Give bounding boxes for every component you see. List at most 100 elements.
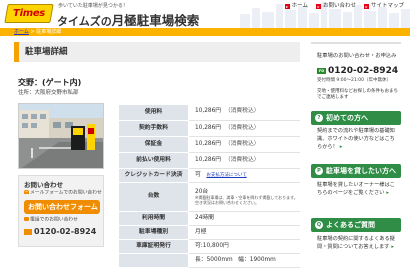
inquiry-form-button[interactable]: お問い合わせフォーム — [24, 200, 100, 214]
tax-note: （消費税込） — [224, 140, 260, 147]
row-label: 利用時間 — [118, 211, 189, 226]
length-value: 長：5000mm — [195, 256, 233, 263]
sidebar-owner-body: 駐車場を貸したいオーナー様はこちらのページをご覧ください ▸ — [311, 182, 399, 198]
button-label: お問い合わせフォーム — [28, 203, 98, 211]
value-text: 10,286円 — [195, 124, 222, 131]
inquiry-title: お問い合わせ — [24, 181, 63, 189]
payment-method-link[interactable]: お支払方法について — [206, 173, 246, 178]
main-content: 駐車場詳細 交野：(ゲート内) 住所：大阪府交野市私部 — [14, 42, 300, 96]
header-link-contact[interactable]: ▸ お問い合わせ — [315, 3, 356, 10]
arrow-icon: ▸ — [339, 143, 343, 150]
arrow-icon: ▸ — [284, 4, 290, 10]
sidebar-phone-number[interactable]: FD 0120-02-8924 — [317, 66, 398, 76]
page-title: 駐車場詳細 — [14, 42, 300, 62]
value-text: 10,286円 — [195, 108, 222, 115]
parking-icon: P — [315, 167, 323, 175]
row-label: 車庫証明発行 — [118, 239, 189, 254]
row-value: 月極 — [188, 225, 300, 240]
mail-form-label: メールフォームでのお問い合わせ — [24, 190, 102, 197]
site-title-prefix: タイムズの — [57, 15, 112, 28]
breadcrumb-home[interactable]: ホーム — [14, 29, 29, 35]
sidebar-faq-body: 駐車場の契約に関するよくある疑問・質問についてお答えします ▸ — [311, 236, 399, 252]
row-value: 10,286円 （消費税込） — [188, 104, 300, 121]
breadcrumb-current: 駐車場詳細 — [36, 29, 62, 35]
tax-note: （消費税込） — [224, 108, 260, 115]
table-row: 長：5000mm 幅：1900mm — [118, 253, 300, 268]
header-link-sitemap[interactable]: ▸ サイトマップ — [363, 3, 404, 10]
inquiry-phone-number[interactable]: 0120-02-8924 — [24, 227, 96, 236]
sidebar-first-time-body: 契約までの流れや駐車場の基礎知識、ホワイトの使い方などはこちらから！ ▸ — [311, 128, 399, 151]
phone-inquiry-label: 電話でのお問い合わせ — [24, 217, 78, 224]
row-label: 台数 — [118, 182, 189, 212]
table-row: 前払い使用料 10,286円 （消費税込） — [118, 152, 300, 169]
logo-text: Times — [13, 8, 45, 19]
site-title[interactable]: タイムズの月極駐車場検索 — [57, 10, 199, 28]
tax-note: （消費税込） — [224, 156, 260, 163]
sidebar-contact-title: 駐車場のお問い合わせ・お申込み — [317, 53, 397, 59]
parking-spec-table: 使用料 10,286円 （消費税込） 契約手数料 10,286円 （消費税込） … — [118, 104, 300, 268]
row-label: 使用料 — [118, 104, 189, 121]
question-icon: ? — [315, 114, 323, 122]
phone-icon — [24, 217, 29, 221]
row-value: 長：5000mm 幅：1900mm — [188, 253, 300, 268]
free-dial-icon: FD — [317, 67, 326, 74]
mail-icon — [24, 190, 29, 194]
parking-lot-address: 住所：大阪府交野市私部 — [18, 90, 79, 96]
row-value: 可 お支払方法について — [188, 168, 300, 183]
times-logo[interactable]: Times — [4, 4, 54, 23]
phone-number-text: 0120-02-8924 — [34, 227, 97, 236]
faq-icon: Q — [315, 221, 323, 229]
section-title: 初めての方へ — [326, 114, 368, 122]
table-row: 台数 20台 ※掲載駐車場は、満車・空車を問わず掲載しております。空き状況はお問い… — [118, 182, 300, 212]
site-tagline: 歩いていた駐車場が見つかる！ — [58, 3, 128, 9]
sidebar-faq-header[interactable]: Q よくあるご質問 — [311, 218, 401, 232]
section-body-text: 駐車場を貸したいオーナー様はこちらのページをご覧ください — [317, 182, 395, 196]
section-title: よくあるご質問 — [326, 221, 375, 229]
row-value: 10,286円 （消費税込） — [188, 152, 300, 169]
sidebar-note: 交地・使用料などお探しの条件もおまちでご連絡します — [317, 89, 398, 101]
value-text: 10,286円 — [195, 156, 222, 163]
site-header: Times 歩いていた駐車場が見つかる！ タイムズの月極駐車場検索 ▸ ホーム ▸… — [0, 0, 410, 28]
row-label — [118, 253, 189, 268]
mail-form-label-text: メールフォームでのお問い合わせ — [30, 190, 102, 196]
sidebar-contact-box: 駐車場のお問い合わせ・お申込み FD 0120-02-8924 受付時間 9:00… — [311, 42, 401, 104]
row-value: 10,286円 （消費税込） — [188, 136, 300, 153]
table-row: 車庫証明発行 可:10,800円 — [118, 239, 300, 254]
sidebar-hours: 受付時間 9:00～21:00（年中無休） — [317, 78, 392, 83]
sidebar-first-time-header[interactable]: ? 初めての方へ — [311, 111, 401, 125]
phone-inquiry-label-text: 電話でのお問い合わせ — [30, 217, 78, 223]
parking-lot-photo — [18, 103, 104, 169]
header-link-home[interactable]: ▸ ホーム — [284, 3, 308, 10]
sidebar-owner-header[interactable]: P 駐車場を貸したい方へ — [311, 164, 401, 178]
inquiry-box: お問い合わせ メールフォームでのお問い合わせ お問い合わせフォーム 電話でのお問… — [18, 175, 104, 247]
arrow-icon: ▸ — [315, 4, 321, 10]
arrow-icon: ▸ — [363, 4, 369, 10]
header-link-label: サイトマップ — [370, 3, 404, 9]
header-links: ▸ ホーム ▸ お問い合わせ ▸ サイトマップ — [284, 3, 404, 10]
free-dial-icon — [24, 228, 32, 235]
table-row: クレジットカード決済 可 お支払方法について — [118, 168, 300, 183]
sidebar-phone-text: 0120-02-8924 — [328, 66, 399, 76]
table-row: 駐車場種別 月極 — [118, 225, 300, 240]
section-body-text: 駐車場の契約に関するよくある疑問・質問についてお答えします — [317, 236, 395, 250]
row-label: 保証金 — [118, 136, 189, 153]
site-title-main: 月極駐車場検索 — [111, 13, 200, 28]
tax-note: （消費税込） — [224, 124, 260, 131]
table-row: 保証金 10,286円 （消費税込） — [118, 136, 300, 153]
value-text: 10,286円 — [195, 140, 222, 147]
row-value: 可:10,800円 — [188, 239, 300, 254]
row-label: 契約手数料 — [118, 120, 189, 137]
section-body-text: 契約までの流れや駐車場の基礎知識、ホワイトの使い方などはこちらから！ — [317, 128, 395, 150]
breadcrumb-bar: ホーム > 駐車場詳細 — [0, 28, 410, 36]
availability-note: ※掲載駐車場は、満車・空車を問わず掲載しております。空き状況はお問い合わせくださ… — [195, 195, 298, 206]
row-label: 駐車場種別 — [118, 225, 189, 240]
header-link-label: ホーム — [291, 3, 308, 9]
header-link-label: お問い合わせ — [322, 3, 356, 9]
row-value: 20台 ※掲載駐車場は、満車・空車を問わず掲載しております。空き状況はお問い合わせ… — [188, 182, 300, 212]
breadcrumb: ホーム > 駐車場詳細 — [14, 28, 61, 36]
row-label: 前払い使用料 — [118, 152, 189, 169]
table-row: 利用時間 24時間 — [118, 211, 300, 226]
parking-lot-name: 交野：(ゲート内) — [18, 78, 82, 87]
value-text: 可 — [195, 171, 201, 178]
row-value: 24時間 — [188, 211, 300, 226]
